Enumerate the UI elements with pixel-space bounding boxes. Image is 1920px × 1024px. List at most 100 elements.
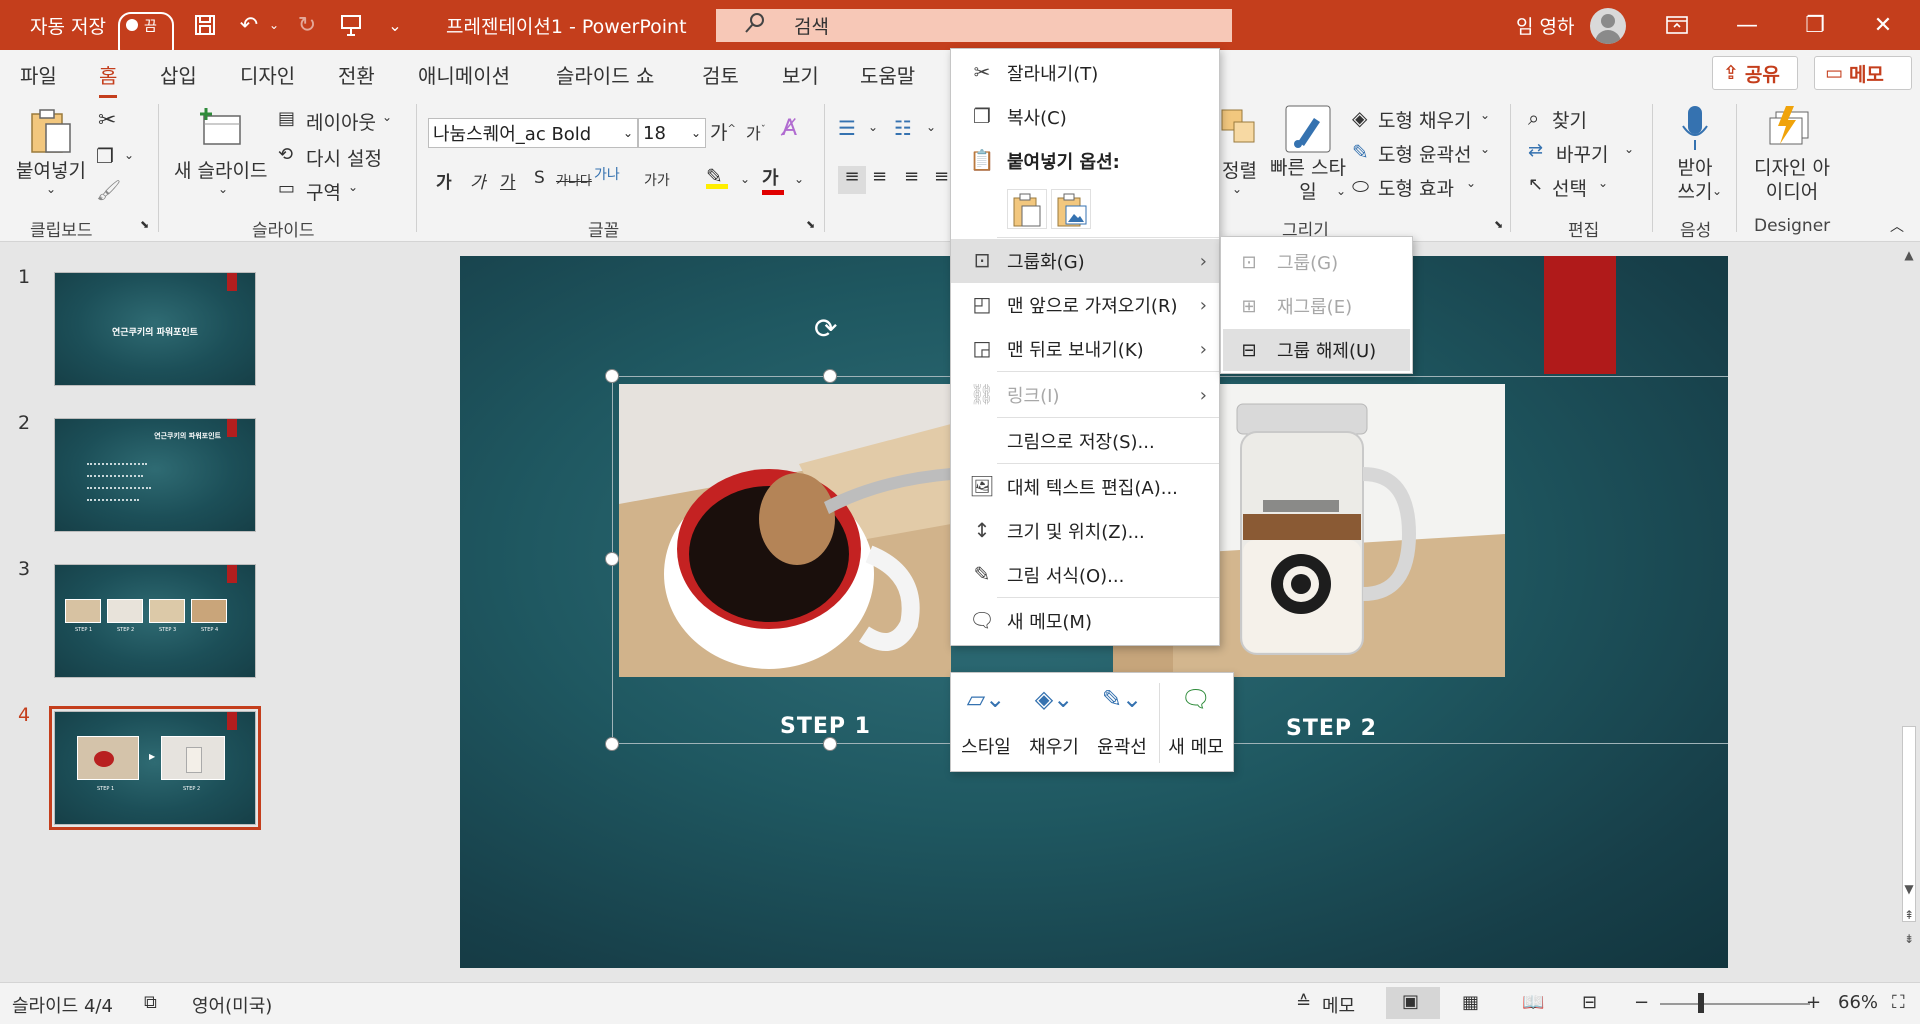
section-label[interactable]: 구역 bbox=[306, 178, 341, 205]
tab-file[interactable]: 파일 bbox=[20, 60, 57, 89]
arrange-label[interactable]: 정렬 bbox=[1222, 156, 1257, 183]
submenu-item-regroup[interactable]: ⊞ 재그룹(E) bbox=[1223, 285, 1410, 327]
zoom-slider[interactable] bbox=[1660, 1003, 1810, 1005]
quick-styles-dropdown-icon[interactable]: ⌄ bbox=[1336, 184, 1346, 198]
redo-icon[interactable]: ↻ bbox=[290, 0, 324, 50]
share-button[interactable]: ⇪ 공유 bbox=[1712, 56, 1798, 90]
layout-dropdown-icon[interactable]: ⌄ bbox=[382, 110, 392, 124]
select-dropdown-icon[interactable]: ⌄ bbox=[1598, 176, 1608, 190]
find-icon[interactable]: ⌕ bbox=[1528, 106, 1539, 130]
present-from-start-icon[interactable] bbox=[334, 0, 368, 50]
avatar[interactable] bbox=[1590, 8, 1626, 44]
shape-effects-dropdown-icon[interactable]: ⌄ bbox=[1466, 176, 1476, 190]
collapse-ribbon-icon[interactable]: ︿ bbox=[1890, 216, 1904, 236]
text-shadow-icon[interactable]: S bbox=[534, 168, 545, 188]
shape-fill-icon[interactable]: ◈ bbox=[1352, 106, 1367, 130]
italic-icon[interactable]: 가 bbox=[470, 168, 486, 193]
scroll-up-icon[interactable]: ▲ bbox=[1901, 248, 1917, 262]
font-color-icon[interactable]: 가 bbox=[762, 164, 784, 195]
highlight-dropdown-icon[interactable]: ⌄ bbox=[740, 172, 750, 186]
zoom-slider-thumb[interactable] bbox=[1698, 993, 1704, 1013]
design-ideas-label[interactable]: 디자인 아이디어 bbox=[1748, 156, 1836, 204]
tab-design[interactable]: 디자인 bbox=[240, 60, 295, 89]
menu-item-bring-to-front[interactable]: ◰ 맨 앞으로 가져오기(R) › bbox=[951, 283, 1219, 327]
user-name[interactable]: 임 영하 bbox=[1516, 0, 1574, 50]
bullets-dropdown-icon[interactable]: ⌄ bbox=[868, 120, 878, 134]
tab-transitions[interactable]: 전환 bbox=[338, 60, 375, 89]
slide-thumbnail-3[interactable]: STEP 1 STEP 2 STEP 3 STEP 4 bbox=[54, 564, 256, 678]
align-left-icon[interactable]: ≡ bbox=[838, 166, 866, 194]
select-icon[interactable]: ↖ bbox=[1528, 174, 1543, 195]
tab-home[interactable]: 홈 bbox=[99, 60, 118, 99]
arrange-dropdown-icon[interactable]: ⌄ bbox=[1232, 182, 1242, 196]
section-icon[interactable]: ▭ bbox=[278, 178, 295, 199]
menu-item-cut[interactable]: ✂ 잘라내기(T) bbox=[951, 51, 1219, 95]
clipboard-launcher-icon[interactable]: ⬊ bbox=[140, 218, 149, 231]
tab-slideshow[interactable]: 슬라이드 쇼 bbox=[556, 60, 654, 89]
undo-icon[interactable]: ↶ bbox=[232, 0, 266, 50]
format-painter-icon[interactable]: 🖌 bbox=[96, 178, 121, 202]
bullets-icon[interactable]: ☰ bbox=[838, 116, 856, 140]
menu-item-send-to-back[interactable]: ◲ 맨 뒤로 보내기(K) › bbox=[951, 327, 1219, 371]
menu-item-new-comment[interactable]: 🗨 새 메모(M) bbox=[951, 599, 1219, 643]
shape-effects-label[interactable]: 도형 효과 bbox=[1378, 174, 1454, 201]
shape-fill-label[interactable]: 도형 채우기 bbox=[1378, 106, 1471, 133]
drawing-launcher-icon[interactable]: ⬊ bbox=[1494, 218, 1503, 231]
menu-item-save-as-picture[interactable]: 그림으로 저장(S)... bbox=[951, 419, 1219, 463]
tab-review[interactable]: 검토 bbox=[702, 60, 739, 89]
numbering-dropdown-icon[interactable]: ⌄ bbox=[926, 120, 936, 134]
shape-outline-dropdown-icon[interactable]: ⌄ bbox=[1480, 142, 1490, 156]
new-slide-icon[interactable] bbox=[198, 106, 244, 155]
minimize-icon[interactable]: — bbox=[1714, 0, 1780, 50]
notes-icon[interactable]: ≙ bbox=[1296, 992, 1311, 1013]
menu-item-group[interactable]: ⊡ 그룹화(G) › bbox=[951, 239, 1219, 283]
grow-font-icon[interactable]: 가^ bbox=[710, 118, 736, 145]
vertical-scrollbar[interactable]: ▲ ▼ ⇞ ⇟ bbox=[1898, 242, 1920, 982]
clear-formatting-icon[interactable]: A̸ bbox=[782, 116, 797, 141]
new-slide-label[interactable]: 새 슬라이드 bbox=[174, 156, 267, 183]
paste-keep-source-icon[interactable] bbox=[1007, 189, 1047, 229]
quick-styles-icon[interactable] bbox=[1284, 104, 1332, 159]
restore-icon[interactable]: ❐ bbox=[1782, 0, 1848, 50]
paste-label[interactable]: 붙여넣기 bbox=[16, 156, 86, 183]
underline-icon[interactable]: 가 bbox=[500, 168, 516, 193]
previous-slide-icon[interactable]: ⇞ bbox=[1901, 908, 1917, 922]
undo-dropdown-icon[interactable]: ⌄ bbox=[264, 0, 284, 50]
next-slide-icon[interactable]: ⇟ bbox=[1901, 932, 1917, 946]
mini-new-comment-button[interactable]: 🗨 새 메모 bbox=[1163, 677, 1229, 767]
mini-style-button[interactable]: ▱⌄ 스타일 bbox=[953, 677, 1019, 767]
save-icon[interactable] bbox=[188, 0, 222, 50]
layout-icon[interactable]: ▤ bbox=[278, 108, 295, 129]
reading-view-icon[interactable]: 📖 bbox=[1522, 992, 1544, 1013]
normal-view-icon[interactable]: ▣ bbox=[1386, 987, 1440, 1019]
accessibility-icon[interactable]: ⧉ bbox=[144, 992, 157, 1013]
replace-label[interactable]: 바꾸기 bbox=[1556, 140, 1608, 167]
design-ideas-icon[interactable] bbox=[1766, 104, 1812, 155]
submenu-item-group[interactable]: ⊡ 그룹(G) bbox=[1223, 241, 1410, 283]
scroll-down-icon[interactable]: ▼ bbox=[1901, 882, 1917, 896]
tab-animations[interactable]: 애니메이션 bbox=[418, 60, 510, 89]
arrange-icon[interactable] bbox=[1220, 106, 1256, 155]
comments-button[interactable]: ▭ 메모 bbox=[1814, 56, 1912, 90]
replace-dropdown-icon[interactable]: ⌄ bbox=[1624, 142, 1634, 156]
resize-handle[interactable] bbox=[605, 369, 619, 383]
bold-icon[interactable]: 가 bbox=[436, 168, 452, 193]
numbering-icon[interactable]: ☷ bbox=[894, 116, 912, 140]
copy-dropdown-icon[interactable]: ⌄ bbox=[124, 148, 134, 162]
slideshow-icon[interactable]: ⊟ bbox=[1582, 992, 1597, 1013]
new-slide-dropdown-icon[interactable]: ⌄ bbox=[218, 182, 228, 196]
menu-item-copy[interactable]: ❐ 복사(C) bbox=[951, 95, 1219, 139]
tab-insert[interactable]: 삽입 bbox=[160, 60, 197, 89]
reset-label[interactable]: 다시 설정 bbox=[306, 144, 382, 171]
close-icon[interactable]: ✕ bbox=[1850, 0, 1916, 50]
language-indicator[interactable]: 영어(미국) bbox=[192, 992, 272, 1018]
tab-view[interactable]: 보기 bbox=[782, 60, 819, 89]
slide-thumbnail-2[interactable]: 연근쿠키의 파워포인트 bbox=[54, 418, 256, 532]
paste-icon[interactable] bbox=[28, 106, 74, 159]
slide-thumbnail-1[interactable]: 연근쿠키의 파워포인트 bbox=[54, 272, 256, 386]
section-dropdown-icon[interactable]: ⌄ bbox=[348, 180, 358, 194]
zoom-in-icon[interactable]: + bbox=[1806, 992, 1821, 1013]
mini-fill-button[interactable]: ◈⌄ 채우기 bbox=[1021, 677, 1087, 767]
resize-handle[interactable] bbox=[823, 737, 837, 751]
font-color-dropdown-icon[interactable]: ⌄ bbox=[794, 172, 804, 186]
